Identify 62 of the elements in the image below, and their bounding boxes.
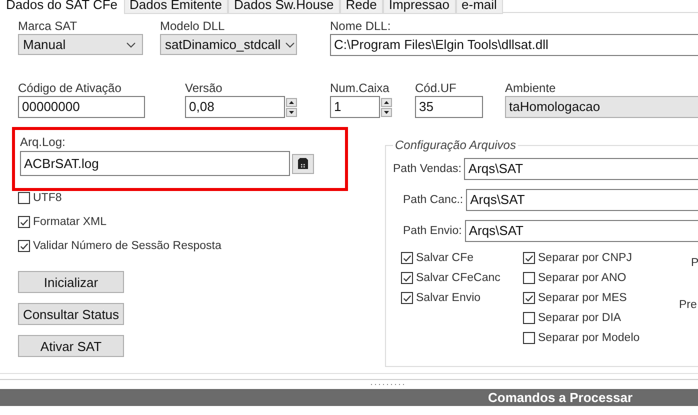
- checkbox-label: Separar por MES: [538, 292, 627, 304]
- input-field: taHomologacao: [505, 96, 698, 118]
- spin-up-icon[interactable]: [286, 98, 297, 106]
- checkbox[interactable]: [18, 192, 30, 204]
- checkbox[interactable]: [18, 216, 30, 228]
- field-label: Nome DLL:: [330, 19, 392, 34]
- field-label: P: [691, 257, 698, 269]
- field-label: Cód.UF: [415, 81, 458, 96]
- checkbox[interactable]: [523, 312, 535, 324]
- field-label: Path Canc.:: [403, 194, 464, 206]
- spin-down-icon[interactable]: [381, 108, 392, 116]
- checkbox[interactable]: [18, 240, 30, 252]
- checkbox[interactable]: [401, 292, 413, 304]
- field-label: Path Envio:: [403, 225, 463, 237]
- field-label: Versão: [185, 81, 224, 96]
- checkbox[interactable]: [523, 252, 535, 264]
- checkbox-label: Separar por ANO: [538, 272, 626, 284]
- spin-field[interactable]: 1: [330, 96, 380, 118]
- chevron-down-icon: [284, 42, 295, 48]
- field-label: Modelo DLL: [160, 19, 226, 34]
- action-button[interactable]: Ativar SAT: [18, 335, 124, 357]
- checkbox[interactable]: [523, 272, 535, 284]
- checkbox[interactable]: [523, 332, 535, 344]
- checkbox-label: Formatar XML: [33, 216, 106, 228]
- action-button[interactable]: Inicializar: [18, 271, 124, 293]
- input-field[interactable]: Arqs\SAT: [466, 189, 698, 211]
- checkbox[interactable]: [401, 272, 413, 284]
- input-field[interactable]: Arqs\SAT: [464, 158, 698, 180]
- browse-button[interactable]: [292, 154, 314, 174]
- checkbox-label: Separar por CNPJ: [538, 252, 632, 264]
- spin-down-icon[interactable]: [286, 108, 297, 116]
- input-field[interactable]: C:\Program Files\Elgin Tools\dllsat.dll: [330, 34, 698, 56]
- checkbox[interactable]: [523, 292, 535, 304]
- dropdown[interactable]: Manual: [18, 34, 143, 55]
- tab[interactable]: Impressao: [382, 0, 456, 14]
- field-label: Ambiente: [505, 81, 557, 96]
- dropdown[interactable]: satDinamico_stdcall: [160, 34, 297, 55]
- field-label: Path Vendas:: [393, 163, 462, 175]
- spin-field[interactable]: 0,08: [185, 96, 285, 118]
- field-label: Num.Caixa: [330, 81, 390, 96]
- checkbox[interactable]: [401, 252, 413, 264]
- checkbox-label: Salvar Envio: [416, 292, 481, 304]
- checkbox-label: Separar por Modelo: [538, 332, 640, 344]
- checkbox-label: Validar Número de Sessão Resposta: [33, 240, 222, 252]
- input-field[interactable]: 35: [415, 96, 483, 118]
- input-field[interactable]: ACBrSAT.log: [20, 151, 290, 176]
- checkbox-label: Salvar CFe: [416, 252, 474, 264]
- field-label: Código de Ativação: [18, 81, 122, 96]
- group-title: Configuração Arquivos: [393, 138, 518, 152]
- field-label: Marca SAT: [18, 19, 78, 34]
- checkbox-label: Separar por DIA: [538, 312, 622, 324]
- field-label: Arq.Log:: [20, 135, 66, 149]
- field-label: Pre: [679, 299, 697, 311]
- sd-card-icon: [298, 158, 308, 169]
- action-button[interactable]: Consultar Status: [18, 303, 124, 325]
- panel-title: Comandos a Processar: [488, 390, 633, 405]
- chevron-down-icon: [126, 42, 136, 48]
- checkbox-label: UTF8: [33, 192, 62, 204]
- input-field[interactable]: Arqs\SAT: [464, 220, 698, 242]
- input-field[interactable]: 00000000: [18, 96, 145, 118]
- checkbox-label: Salvar CFeCanc: [416, 272, 500, 284]
- spin-up-icon[interactable]: [381, 98, 392, 106]
